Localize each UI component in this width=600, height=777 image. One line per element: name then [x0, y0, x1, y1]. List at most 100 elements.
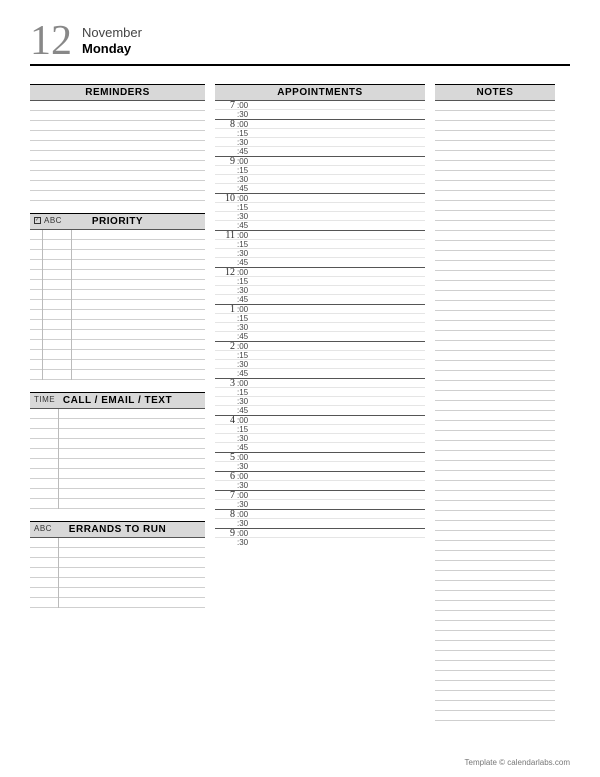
- hour-label: [215, 166, 237, 174]
- time-slot[interactable]: :30: [215, 212, 425, 221]
- slot-line: [255, 519, 425, 528]
- time-slot[interactable]: :15: [215, 166, 425, 175]
- hour-label: [215, 369, 237, 378]
- minute-label: :00: [237, 305, 255, 313]
- time-slot[interactable]: :30: [215, 110, 425, 119]
- slot-line: [255, 491, 425, 499]
- time-slot[interactable]: :45: [215, 443, 425, 452]
- hour-label: [215, 481, 237, 490]
- hour-label: [215, 175, 237, 183]
- time-slot[interactable]: 5:00: [215, 453, 425, 462]
- errands-sublabel: ABC: [34, 524, 52, 533]
- slot-line: [255, 388, 425, 396]
- errands-body[interactable]: [30, 538, 205, 608]
- hour-block: 12:00:15:30:45: [215, 267, 425, 304]
- hour-label: 8: [215, 510, 237, 518]
- time-slot[interactable]: :30: [215, 397, 425, 406]
- time-slot[interactable]: :45: [215, 147, 425, 156]
- time-slot[interactable]: :30: [215, 360, 425, 369]
- time-slot[interactable]: :30: [215, 249, 425, 258]
- hour-label: 7: [215, 101, 237, 109]
- time-slot[interactable]: :30: [215, 462, 425, 471]
- minute-label: :00: [237, 120, 255, 128]
- time-slot[interactable]: :30: [215, 500, 425, 509]
- hour-label: 1: [215, 305, 237, 313]
- time-slot[interactable]: :45: [215, 406, 425, 415]
- hour-label: [215, 500, 237, 509]
- time-slot[interactable]: 7:00: [215, 491, 425, 500]
- time-slot[interactable]: 11:00: [215, 231, 425, 240]
- appointments-body[interactable]: 7:00:308:00:15:30:459:00:15:30:4510:00:1…: [215, 101, 425, 547]
- time-slot[interactable]: :15: [215, 351, 425, 360]
- time-slot[interactable]: :45: [215, 184, 425, 193]
- time-slot[interactable]: :45: [215, 221, 425, 230]
- time-slot[interactable]: :30: [215, 538, 425, 547]
- time-slot[interactable]: :30: [215, 481, 425, 490]
- time-slot[interactable]: :15: [215, 277, 425, 286]
- time-slot[interactable]: 10:00: [215, 194, 425, 203]
- time-slot[interactable]: 8:00: [215, 120, 425, 129]
- time-slot[interactable]: 7:00: [215, 101, 425, 110]
- time-slot[interactable]: :15: [215, 388, 425, 397]
- date-header: 12 November Monday: [30, 20, 570, 66]
- minute-label: :30: [237, 286, 255, 294]
- time-slot[interactable]: 2:00: [215, 342, 425, 351]
- hour-block: 8:00:15:30:45: [215, 119, 425, 156]
- time-slot[interactable]: :30: [215, 519, 425, 528]
- minute-label: :00: [237, 453, 255, 461]
- priority-body[interactable]: [30, 230, 205, 380]
- time-slot[interactable]: :30: [215, 175, 425, 184]
- slot-line: [255, 110, 425, 119]
- minute-label: :00: [237, 194, 255, 202]
- time-slot[interactable]: :15: [215, 203, 425, 212]
- hour-label: [215, 462, 237, 471]
- minute-label: :30: [237, 249, 255, 257]
- priority-header: ✓ ABC PRIORITY: [30, 213, 205, 230]
- hour-label: [215, 397, 237, 405]
- time-slot[interactable]: :45: [215, 369, 425, 378]
- slot-line: [255, 249, 425, 257]
- time-slot[interactable]: 4:00: [215, 416, 425, 425]
- hour-label: [215, 443, 237, 452]
- time-slot[interactable]: 1:00: [215, 305, 425, 314]
- time-slot[interactable]: :15: [215, 240, 425, 249]
- hour-block: 10:00:15:30:45: [215, 193, 425, 230]
- time-slot[interactable]: 9:00: [215, 157, 425, 166]
- time-slot[interactable]: :30: [215, 286, 425, 295]
- time-slot[interactable]: :15: [215, 129, 425, 138]
- slot-line: [255, 194, 425, 202]
- time-slot[interactable]: 6:00: [215, 472, 425, 481]
- call-body[interactable]: [30, 409, 205, 509]
- minute-label: :30: [237, 481, 255, 490]
- time-slot[interactable]: :15: [215, 425, 425, 434]
- time-slot[interactable]: 12:00: [215, 268, 425, 277]
- reminders-body[interactable]: [30, 101, 205, 201]
- time-slot[interactable]: 9:00: [215, 529, 425, 538]
- slot-line: [255, 147, 425, 156]
- hour-label: [215, 110, 237, 119]
- time-slot[interactable]: :45: [215, 258, 425, 267]
- notes-body[interactable]: [435, 101, 555, 727]
- hour-label: 11: [215, 231, 237, 239]
- minute-label: :15: [237, 314, 255, 322]
- slot-line: [255, 314, 425, 322]
- time-slot[interactable]: :15: [215, 314, 425, 323]
- hour-label: [215, 129, 237, 137]
- call-header: TIME CALL / EMAIL / TEXT: [30, 392, 205, 409]
- time-slot[interactable]: :30: [215, 323, 425, 332]
- time-slot[interactable]: 8:00: [215, 510, 425, 519]
- time-slot[interactable]: 3:00: [215, 379, 425, 388]
- time-slot[interactable]: :45: [215, 332, 425, 341]
- minute-label: :15: [237, 203, 255, 211]
- date-month: November: [82, 25, 142, 41]
- time-slot[interactable]: :30: [215, 138, 425, 147]
- minute-label: :45: [237, 406, 255, 415]
- time-slot[interactable]: :30: [215, 434, 425, 443]
- date-number: 12: [30, 20, 72, 62]
- slot-line: [255, 166, 425, 174]
- appointments-title: APPOINTMENTS: [277, 87, 362, 98]
- time-slot[interactable]: :45: [215, 295, 425, 304]
- slot-line: [255, 379, 425, 387]
- slot-line: [255, 332, 425, 341]
- hour-label: 12: [215, 268, 237, 276]
